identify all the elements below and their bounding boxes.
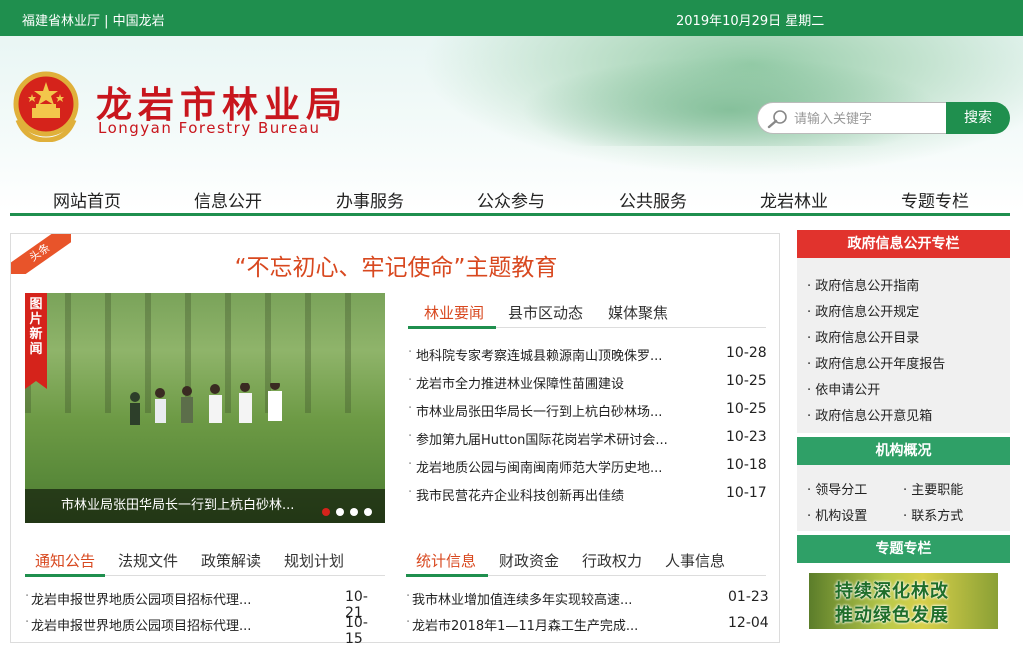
tab-underline	[25, 574, 105, 577]
main-panel: 头条 “不忘初心、牢记使命”主题教育 市林业局张田华局长一行到上杭白砂林... …	[10, 233, 781, 647]
link-request-disclosure[interactable]: · 依申请公开	[807, 379, 880, 398]
list-item[interactable]: · 我市林业增加值连续多年实现较高速... 01-23	[406, 589, 771, 609]
slider-dots	[322, 501, 378, 520]
tab-admin-power[interactable]: 行政权力	[582, 550, 642, 571]
tab-notices[interactable]: 通知公告	[35, 550, 95, 571]
link-gov-info-rules[interactable]: · 政府信息公开规定	[807, 301, 919, 320]
link-main-functions[interactable]: · 主要职能	[903, 479, 963, 498]
tab-county-news[interactable]: 县市区动态	[508, 302, 583, 323]
tab-plans[interactable]: 规划计划	[284, 550, 344, 571]
list-item[interactable]: · 龙岩申报世界地质公园项目招标代理... 10-15	[25, 615, 385, 647]
gov-info-links: · 政府信息公开指南 · 政府信息公开规定 · 政府信息公开目录 · 政府信息公…	[797, 258, 1010, 433]
link-contact[interactable]: · 联系方式	[903, 505, 963, 524]
photo-people	[130, 383, 282, 425]
link-gov-info-catalog[interactable]: · 政府信息公开目录	[807, 327, 919, 346]
tab-forestry-news[interactable]: 林业要闻	[424, 302, 484, 323]
slider-dot-4[interactable]	[364, 508, 372, 516]
link-leadership[interactable]: · 领导分工	[807, 479, 867, 498]
nav-item-special-topics[interactable]: 专题专栏	[901, 187, 969, 212]
tab-underline	[406, 574, 488, 577]
news-list: · 地科院专家考察连城县赖源南山顶晚侏罗... 10-28 · 龙岩市全力推进林业保障…	[408, 345, 768, 515]
org-overview-links: · 领导分工 · 主要职能 · 机构设置 · 联系方式	[797, 465, 1010, 531]
nav-item-services[interactable]: 办事服务	[336, 187, 404, 212]
nav-item-info-disclosure[interactable]: 信息公开	[194, 187, 262, 212]
search-icon	[767, 110, 787, 129]
tab-regulations[interactable]: 法规文件	[118, 550, 178, 571]
notice-tabs: 通知公告 法规文件 政策解读 规划计划	[25, 544, 385, 577]
tab-underline	[408, 326, 496, 329]
site-subtitle: Longyan Forestry Bureau	[98, 119, 321, 137]
slider-dot-3[interactable]	[350, 508, 358, 516]
search-button[interactable]: 搜索	[946, 102, 1010, 134]
promo-line-1: 持续深化林改	[835, 581, 949, 602]
list-item[interactable]: · 龙岩申报世界地质公园项目招标代理... 10-21	[25, 589, 385, 621]
tab-personnel[interactable]: 人事信息	[665, 550, 725, 571]
promo-banner[interactable]: 持续深化林改 推动绿色发展	[809, 573, 998, 629]
promo-line-2: 推动绿色发展	[835, 605, 949, 626]
list-item[interactable]: · 龙岩市全力推进林业保障性苗圃建设 10-25	[408, 373, 768, 393]
main-nav: 网站首页 信息公开 办事服务 公众参与 公共服务 龙岩林业 专题专栏	[10, 176, 1010, 216]
list-item[interactable]: · 参加第九届Hutton国际花岗岩学术研讨会... 10-23	[408, 429, 768, 449]
search-input[interactable]	[794, 109, 942, 129]
stats-tabs: 统计信息 财政资金 行政权力 人事信息	[406, 544, 766, 577]
photo-news-tag: 图片新闻	[25, 293, 47, 389]
search-bar: 搜索	[757, 102, 1010, 134]
nav-item-participation[interactable]: 公众参与	[477, 187, 545, 212]
nav-item-longyan-forestry[interactable]: 龙岩林业	[760, 187, 828, 212]
tab-policy-interpretation[interactable]: 政策解读	[201, 550, 261, 571]
news-tabs: 林业要闻 县市区动态 媒体聚焦	[408, 296, 766, 329]
org-overview-header[interactable]: 机构概况	[797, 437, 1010, 465]
tab-finance[interactable]: 财政资金	[499, 550, 559, 571]
national-emblem-icon	[13, 71, 79, 142]
list-item[interactable]: · 龙岩地质公园与闽南闽南师范大学历史地... 10-18	[408, 457, 768, 477]
slider-dot-1[interactable]	[322, 508, 330, 516]
notice-list: · 龙岩申报世界地质公园项目招标代理... 10-21 · 龙岩申报世界地质公园项目招…	[25, 589, 385, 647]
slider-dot-2[interactable]	[336, 508, 344, 516]
list-item[interactable]: · 我市民营花卉企业科技创新再出佳绩 10-17	[408, 485, 768, 505]
list-item[interactable]: · 地科院专家考察连城县赖源南山顶晚侏罗... 10-28	[408, 345, 768, 365]
featured-headline[interactable]: “不忘初心、牢记使命”主题教育	[11, 248, 781, 282]
link-gov-info-annual-report[interactable]: · 政府信息公开年度报告	[807, 353, 945, 372]
nav-item-home[interactable]: 网站首页	[53, 187, 121, 212]
stats-list: · 我市林业增加值连续多年实现较高速... 01-23 · 龙岩市2018年1—11月…	[406, 589, 771, 639]
photo-news-slider[interactable]: 市林业局张田华局长一行到上杭白砂林...	[25, 293, 385, 523]
link-gov-info-guide[interactable]: · 政府信息公开指南	[807, 275, 919, 294]
link-feedback-box[interactable]: · 政府信息公开意见箱	[807, 405, 932, 424]
top-bar: 福建省林业厅 | 中国龙岩 2019年10月29日 星期二	[0, 0, 1023, 36]
tab-statistics[interactable]: 统计信息	[416, 550, 476, 571]
top-links[interactable]: 福建省林业厅 | 中国龙岩	[22, 10, 165, 29]
list-item[interactable]: · 龙岩市2018年1—11月森工生产完成... 12-04	[406, 615, 771, 635]
nav-item-public-services[interactable]: 公共服务	[619, 187, 687, 212]
list-item[interactable]: · 市林业局张田华局长一行到上杭白砂林场... 10-25	[408, 401, 768, 421]
link-org-structure[interactable]: · 机构设置	[807, 505, 867, 524]
gov-info-header[interactable]: 政府信息公开专栏	[797, 230, 1010, 258]
search-box	[757, 102, 947, 134]
current-date: 2019年10月29日 星期二	[676, 14, 825, 29]
tab-media[interactable]: 媒体聚焦	[608, 302, 668, 323]
special-topics-header[interactable]: 专题专栏	[797, 535, 1010, 563]
